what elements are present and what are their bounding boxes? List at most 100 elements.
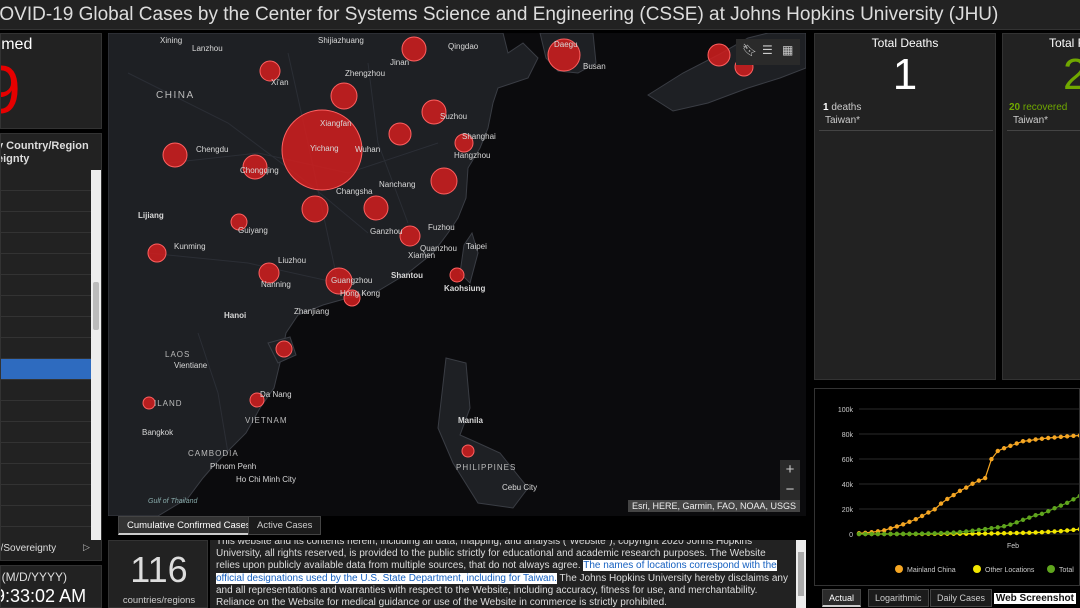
list-item[interactable] xyxy=(1,296,91,317)
x-tick-label: Feb xyxy=(1007,543,1019,550)
y-tick-label: 100k xyxy=(838,407,854,414)
data-point xyxy=(976,478,982,483)
data-point xyxy=(1008,522,1013,527)
list-item[interactable] xyxy=(1,422,91,443)
country-list-scrollbar[interactable] xyxy=(91,170,101,540)
data-point xyxy=(888,531,893,537)
legend-label: Total xyxy=(1059,567,1074,574)
data-point xyxy=(1039,530,1045,535)
tab-daily-cases[interactable]: Daily Cases xyxy=(930,589,993,607)
tab-active-cases[interactable]: Active Cases xyxy=(248,516,322,535)
data-point xyxy=(995,531,1000,536)
map-label: PHILIPPINES xyxy=(456,463,516,472)
data-point xyxy=(900,522,906,527)
data-point xyxy=(1064,500,1070,506)
tab-cumulative-confirmed[interactable]: Cumulative Confirmed Cases xyxy=(118,516,260,535)
country-list-panel: y Country/Region eignty n/Sovereignty ▷ xyxy=(0,133,102,561)
y-tick-label: 40k xyxy=(842,482,854,489)
case-map[interactable]: CHINA LAOS ILAND VIETNAM CAMBODIA PHILIP… xyxy=(108,33,806,516)
list-item[interactable] xyxy=(1,275,91,296)
total-confirmed-value: 9 xyxy=(1,54,21,126)
disclaimer-text: This website and its contents herein, in… xyxy=(216,540,788,608)
data-point xyxy=(1001,531,1007,536)
tab-logarithmic[interactable]: Logarithmic xyxy=(868,589,929,607)
map-label: Xi'an xyxy=(271,78,289,87)
map-label: Chongqing xyxy=(240,166,279,175)
case-bubble xyxy=(430,167,458,195)
data-point xyxy=(982,531,988,536)
list-item[interactable] xyxy=(1,254,91,275)
map-label: Hong Kong xyxy=(340,289,380,298)
data-point xyxy=(1033,530,1038,535)
scrollbar-thumb[interactable] xyxy=(93,282,99,330)
data-point xyxy=(938,501,944,506)
zoom-in-button[interactable]: + xyxy=(780,460,800,480)
data-point xyxy=(1052,506,1057,511)
list-item[interactable] xyxy=(1,464,91,485)
last-updated-time: 9:33:02 AM xyxy=(0,586,87,606)
list-item[interactable] xyxy=(1,485,91,506)
map-label: Lijiang xyxy=(138,211,164,220)
map-label: Daegu xyxy=(554,40,578,49)
zoom-out-button[interactable]: − xyxy=(780,480,800,500)
map-label: Hanoi xyxy=(224,311,246,320)
data-point xyxy=(1033,437,1038,442)
data-point xyxy=(926,510,931,515)
next-arrow-icon[interactable]: ▷ xyxy=(83,542,90,553)
scrollbar-thumb[interactable] xyxy=(798,552,804,596)
list-item[interactable] xyxy=(1,380,91,401)
data-point xyxy=(1020,517,1026,523)
data-point xyxy=(913,517,918,522)
map-label: Suzhou xyxy=(440,112,467,121)
y-tick-label: 60k xyxy=(842,457,854,464)
map-label: Gulf of Thailand xyxy=(148,498,199,505)
data-point xyxy=(945,530,950,536)
list-item[interactable] xyxy=(1,212,91,233)
case-bubble xyxy=(275,340,293,358)
disclaimer-scrollbar[interactable] xyxy=(796,540,806,608)
countries-count-label: countries/regions xyxy=(122,595,196,606)
series-line xyxy=(859,495,1079,535)
map-label: Ho Chi Minh City xyxy=(236,475,296,484)
list-item[interactable] xyxy=(1,338,91,359)
map-label: Guangzhou xyxy=(331,276,372,285)
data-point xyxy=(964,485,969,490)
map-label: VIETNAM xyxy=(245,416,288,425)
list-icon[interactable]: ☰ xyxy=(762,43,773,57)
data-point xyxy=(894,524,900,529)
country-list[interactable] xyxy=(1,170,91,534)
data-point xyxy=(976,527,982,533)
map-label: Quanzhou xyxy=(420,244,457,253)
data-point xyxy=(1058,528,1064,534)
bookmark-icon[interactable]: 🔖︎ xyxy=(742,43,757,57)
map-label: Da Nang xyxy=(260,390,292,399)
case-bubble xyxy=(162,142,188,168)
data-point xyxy=(938,530,944,536)
list-item[interactable] xyxy=(1,170,91,191)
total-deaths-title: Total Deaths xyxy=(871,36,939,50)
list-item[interactable] xyxy=(1,233,91,254)
data-point xyxy=(951,530,956,535)
map-label: ILAND xyxy=(154,399,183,408)
list-item[interactable] xyxy=(1,443,91,464)
tab-actual[interactable]: Actual xyxy=(822,589,862,607)
map-label: Qingdao xyxy=(448,42,479,51)
data-point xyxy=(913,531,918,536)
y-tick-label: 80k xyxy=(842,432,854,439)
map-label: Vientiane xyxy=(174,361,208,370)
data-point xyxy=(1058,434,1064,440)
list-item[interactable] xyxy=(1,401,91,422)
map-attribution: Esri, HERE, Garmin, FAO, NOAA, USGS xyxy=(627,500,800,512)
list-item[interactable] xyxy=(1,317,91,338)
list-item[interactable] xyxy=(1,191,91,212)
data-point xyxy=(970,481,975,486)
data-point xyxy=(1008,530,1013,536)
list-item-selected[interactable] xyxy=(1,359,91,380)
total-recovered-value: 2 xyxy=(1063,50,1080,100)
list-item[interactable] xyxy=(1,506,91,527)
map-label: Wuhan xyxy=(355,145,380,154)
map-label: Xining xyxy=(160,36,182,45)
data-point xyxy=(1027,438,1032,443)
grid-icon[interactable]: ▦ xyxy=(782,43,793,57)
cases-chart[interactable]: 100k 80k 60k 40k 20k 0 Feb Mainland China Other … xyxy=(814,388,1080,586)
